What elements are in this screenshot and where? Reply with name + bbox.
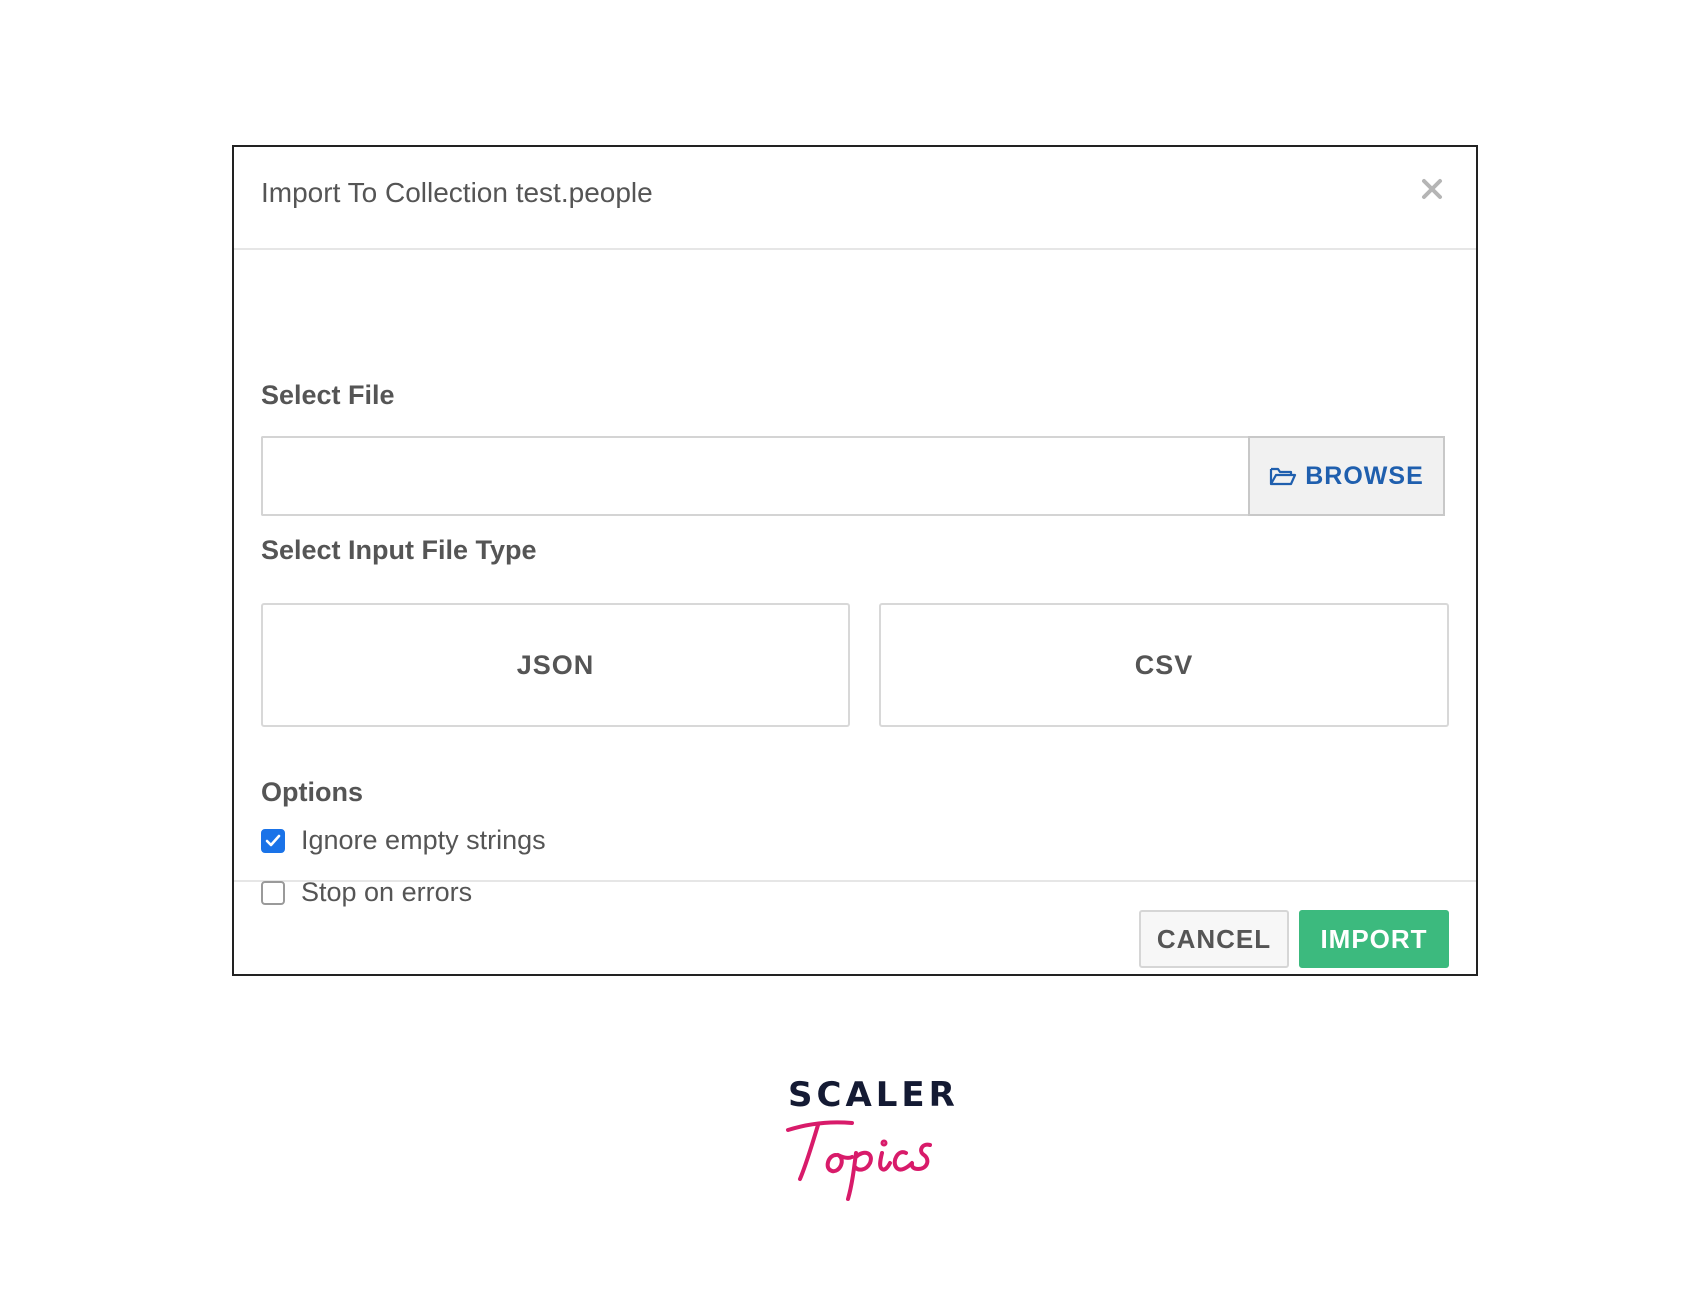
file-path-input[interactable] bbox=[261, 436, 1248, 516]
file-type-json-option[interactable]: JSON bbox=[261, 603, 850, 727]
file-type-label: Select Input File Type bbox=[261, 535, 537, 565]
file-type-json-label: JSON bbox=[516, 649, 595, 680]
logo-topics-script bbox=[786, 1120, 932, 1201]
select-file-label: Select File bbox=[261, 380, 395, 410]
ignore-empty-strings-label: Ignore empty strings bbox=[301, 825, 546, 855]
dialog-footer: CANCEL IMPORT bbox=[234, 882, 1476, 976]
file-type-csv-option[interactable]: CSV bbox=[879, 603, 1449, 727]
option-ignore-empty-strings[interactable]: Ignore empty strings bbox=[261, 825, 546, 856]
import-dialog: Import To Collection test.people Select … bbox=[232, 145, 1478, 976]
dialog-body: Select File BROWSE Select Input File Typ… bbox=[234, 250, 1476, 907]
browse-button[interactable]: BROWSE bbox=[1248, 436, 1445, 516]
options-label: Options bbox=[261, 777, 363, 807]
checkmark-icon bbox=[265, 834, 281, 846]
dialog-title: Import To Collection test.people bbox=[261, 177, 653, 208]
ignore-empty-strings-checkbox[interactable] bbox=[261, 828, 285, 853]
folder-open-icon bbox=[1270, 467, 1297, 486]
dialog-header: Import To Collection test.people bbox=[234, 147, 1476, 250]
cancel-button[interactable]: CANCEL bbox=[1139, 910, 1289, 968]
file-type-csv-label: CSV bbox=[1134, 649, 1194, 680]
scaler-topics-logo: SCALER bbox=[760, 1065, 955, 1205]
close-icon[interactable] bbox=[1418, 175, 1446, 203]
browse-label: BROWSE bbox=[1305, 461, 1424, 490]
import-button[interactable]: IMPORT bbox=[1299, 910, 1449, 968]
